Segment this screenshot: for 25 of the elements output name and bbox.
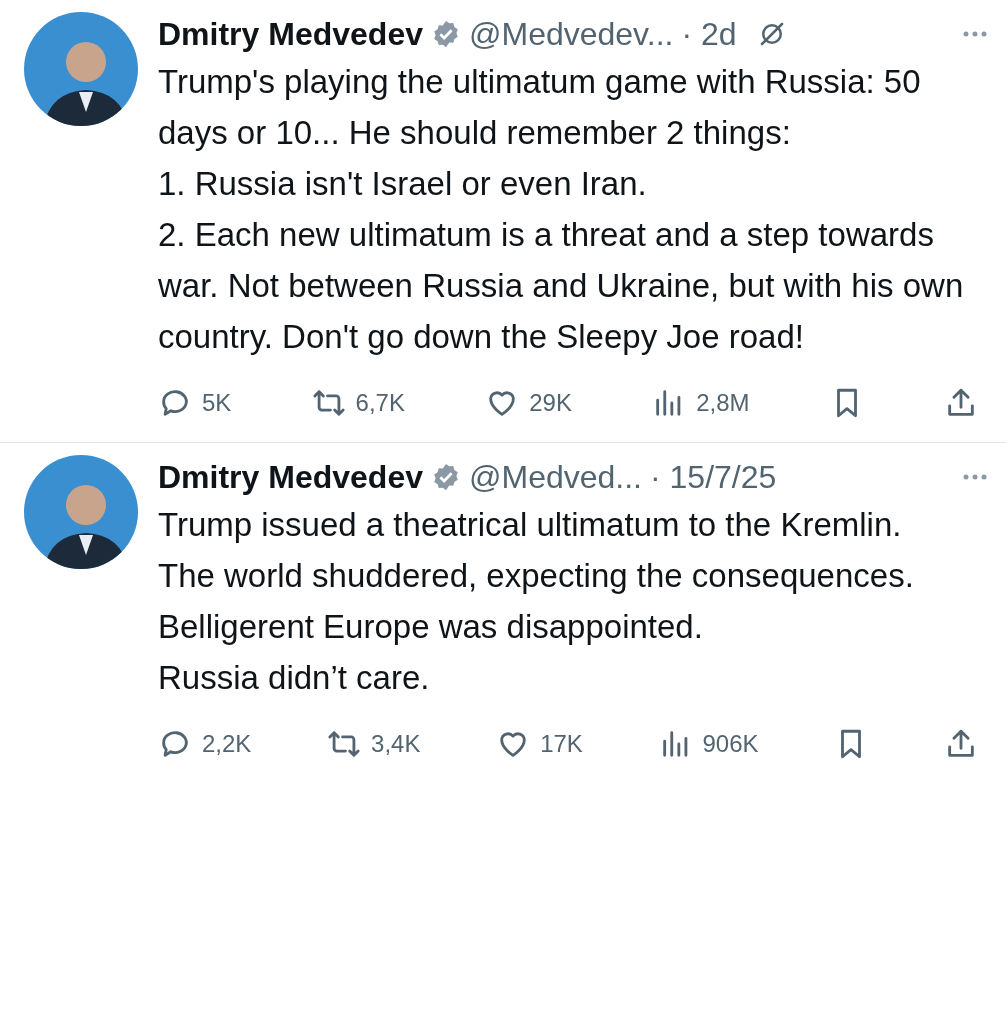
post-text: Belligerent Europe was disappointed. (158, 607, 704, 647)
like-button[interactable]: 29K (485, 386, 572, 420)
verified-badge-icon (431, 19, 461, 49)
reply-button[interactable]: 2,2K (158, 727, 252, 761)
author-handle[interactable]: @Medvedev... (469, 15, 674, 53)
repost-button[interactable]: 6,7K (311, 386, 405, 420)
post-text: 1. Russia isn't Israel or even Iran. (158, 164, 648, 204)
more-icon[interactable] (962, 30, 988, 38)
post-time[interactable]: · 15/7/25 (650, 458, 777, 496)
post-time[interactable]: · 2d (681, 15, 737, 53)
author-name[interactable]: Dmitry Medvedev (158, 15, 423, 53)
post-text: Russia didn’t care. (158, 658, 431, 698)
reply-button[interactable]: 5K (158, 386, 232, 420)
author-handle[interactable]: @Medved... (469, 458, 642, 496)
post-text: Trump issued a theatrical ultimatum to the Kremlin. (158, 505, 903, 545)
repost-button[interactable]: 3,4K (327, 727, 421, 761)
more-icon[interactable] (962, 473, 988, 481)
author-name[interactable]: Dmitry Medvedev (158, 458, 423, 496)
verified-badge-icon (431, 462, 461, 492)
like-button[interactable]: 17K (496, 727, 583, 761)
views-button[interactable]: 2,8M (652, 386, 750, 420)
post-text: The world shuddered, expecting the consequences. (158, 556, 915, 596)
post-text: 2. Each new ultimatum is a threat and a step towards war. Not between Russia and Ukraine, but with his own country. Don't go down the Sleepy Joe road! (158, 215, 965, 357)
views-button[interactable]: 906K (658, 727, 759, 761)
post-text: Trump's playing the ultimatum game with Russia: 50 days or 10... He should remember 2 things: (158, 62, 922, 153)
